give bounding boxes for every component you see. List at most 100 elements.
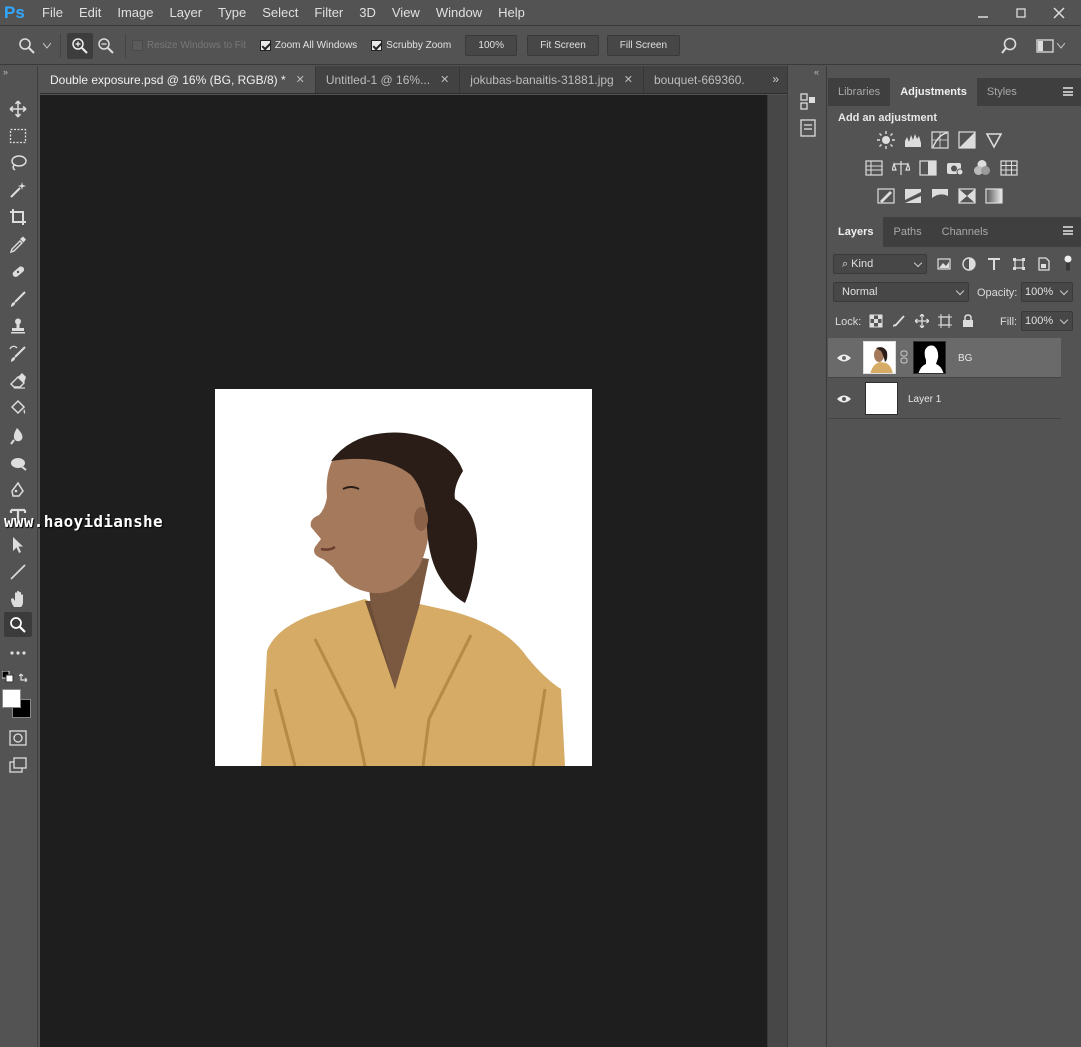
minimize-icon[interactable] [975,6,991,20]
canvas-scrollbar[interactable] [767,95,787,1047]
swap-colors-icon[interactable] [18,670,31,685]
tab-overflow-icon[interactable]: » [772,72,779,86]
tab-jokubas[interactable]: jokubas-banaitis-31881.jpg ✕ [460,66,644,93]
scrubby-zoom-checkbox[interactable]: Scrubby Zoom [371,40,451,51]
opacity-field[interactable]: 100% [1021,282,1073,302]
tab-untitled-1[interactable]: Untitled-1 @ 16%... ✕ [315,66,461,93]
zoom-percent-field[interactable]: 100% [465,35,518,56]
blend-mode-select[interactable]: Normal [833,282,969,302]
default-colors-icon[interactable] [1,670,14,686]
tab-adjustments[interactable]: Adjustments [890,78,977,106]
lock-all-icon[interactable] [960,313,976,329]
document-canvas[interactable] [215,389,592,766]
menu-type[interactable]: Type [210,5,254,20]
path-selection-tool-icon[interactable] [4,532,32,557]
black-white-icon[interactable] [918,158,937,177]
menu-layer[interactable]: Layer [162,5,211,20]
curves-icon[interactable] [930,130,949,149]
menu-edit[interactable]: Edit [71,5,109,20]
layer-thumbnail[interactable] [863,341,896,374]
clone-stamp-tool-icon[interactable] [4,313,32,338]
color-balance-icon[interactable] [891,158,910,177]
channel-mixer-icon[interactable] [972,158,991,177]
healing-brush-tool-icon[interactable] [4,259,32,284]
hue-saturation-icon[interactable] [864,158,883,177]
close-icon[interactable]: ✕ [624,73,633,86]
close-icon[interactable]: ✕ [296,73,305,86]
tab-styles[interactable]: Styles [977,78,1027,106]
paint-bucket-tool-icon[interactable] [4,395,32,420]
search-icon[interactable] [996,33,1022,59]
brightness-icon[interactable] [876,130,895,149]
menu-select[interactable]: Select [254,5,306,20]
fill-field[interactable]: 100% [1021,311,1073,331]
tab-paths[interactable]: Paths [883,217,931,247]
layer-row-bg[interactable]: BG [828,338,1061,378]
type-filter-icon[interactable] [986,256,1002,272]
layer-thumbnail[interactable] [865,382,898,415]
dodge-tool-icon[interactable] [4,450,32,475]
menu-filter[interactable]: Filter [306,5,351,20]
collapse-icon[interactable]: « [814,67,819,77]
canvas-area[interactable] [40,95,767,1047]
hand-tool-icon[interactable] [4,586,32,611]
pen-tool-icon[interactable] [4,477,32,502]
color-lookup-icon[interactable] [999,158,1018,177]
filter-toggle[interactable] [1063,254,1073,272]
properties-panel-icon[interactable] [798,118,818,138]
tab-libraries[interactable]: Libraries [828,78,890,106]
invert-icon[interactable] [876,186,895,205]
more-tools-icon[interactable] [4,640,32,665]
collapse-icon[interactable]: » [3,67,8,77]
chevron-down-icon[interactable] [40,33,54,59]
crop-tool-icon[interactable] [4,204,32,229]
resize-windows-checkbox[interactable]: Resize Windows to Fit [132,40,246,51]
menu-image[interactable]: Image [109,5,161,20]
panel-menu-icon[interactable] [1063,226,1073,235]
menu-file[interactable]: File [34,5,71,20]
photo-filter-icon[interactable] [945,158,964,177]
layer-kind-filter[interactable]: ⌕ Kind [833,254,927,274]
eyedropper-tool-icon[interactable] [4,232,32,257]
tab-layers[interactable]: Layers [828,217,884,247]
adjustment-filter-icon[interactable] [961,256,977,272]
chevron-down-icon[interactable] [1054,33,1068,59]
shape-filter-icon[interactable] [1011,256,1027,272]
marquee-tool-icon[interactable] [4,123,32,148]
line-tool-icon[interactable] [4,559,32,584]
exposure-icon[interactable] [957,130,976,149]
move-tool-icon[interactable] [4,96,32,121]
eye-icon[interactable] [836,393,852,405]
menu-window[interactable]: Window [428,5,490,20]
eraser-tool-icon[interactable] [4,368,32,393]
restore-icon[interactable] [1013,6,1029,20]
close-window-icon[interactable] [1051,6,1067,20]
zoom-tool-preset-icon[interactable] [14,33,40,59]
history-brush-tool-icon[interactable] [4,341,32,366]
close-icon[interactable]: ✕ [440,73,449,86]
selective-color-icon[interactable] [957,186,976,205]
levels-icon[interactable] [903,130,922,149]
quick-mask-icon[interactable] [4,725,32,750]
layer-mask-thumbnail[interactable] [913,341,946,374]
blur-tool-icon[interactable] [4,423,32,448]
lasso-tool-icon[interactable] [4,150,32,175]
posterize-icon[interactable] [903,186,922,205]
link-icon[interactable] [900,350,908,367]
lock-position-icon[interactable] [914,313,930,329]
zoom-out-icon[interactable] [93,33,119,59]
smart-object-filter-icon[interactable] [1036,256,1052,272]
fit-screen-button[interactable]: Fit Screen [527,35,599,56]
brush-tool-icon[interactable] [4,286,32,311]
tab-double-exposure[interactable]: Double exposure.psd @ 16% (BG, RGB/8) * … [40,66,316,93]
lock-artboard-icon[interactable] [937,313,953,329]
menu-help[interactable]: Help [490,5,533,20]
history-panel-icon[interactable] [798,92,818,112]
lock-transparent-icon[interactable] [868,313,884,329]
menu-view[interactable]: View [384,5,428,20]
menu-3d[interactable]: 3D [351,5,384,20]
zoom-all-windows-checkbox[interactable]: Zoom All Windows [259,40,357,51]
gradient-map-icon[interactable] [984,186,1003,205]
threshold-icon[interactable] [930,186,949,205]
eye-icon[interactable] [836,352,852,364]
